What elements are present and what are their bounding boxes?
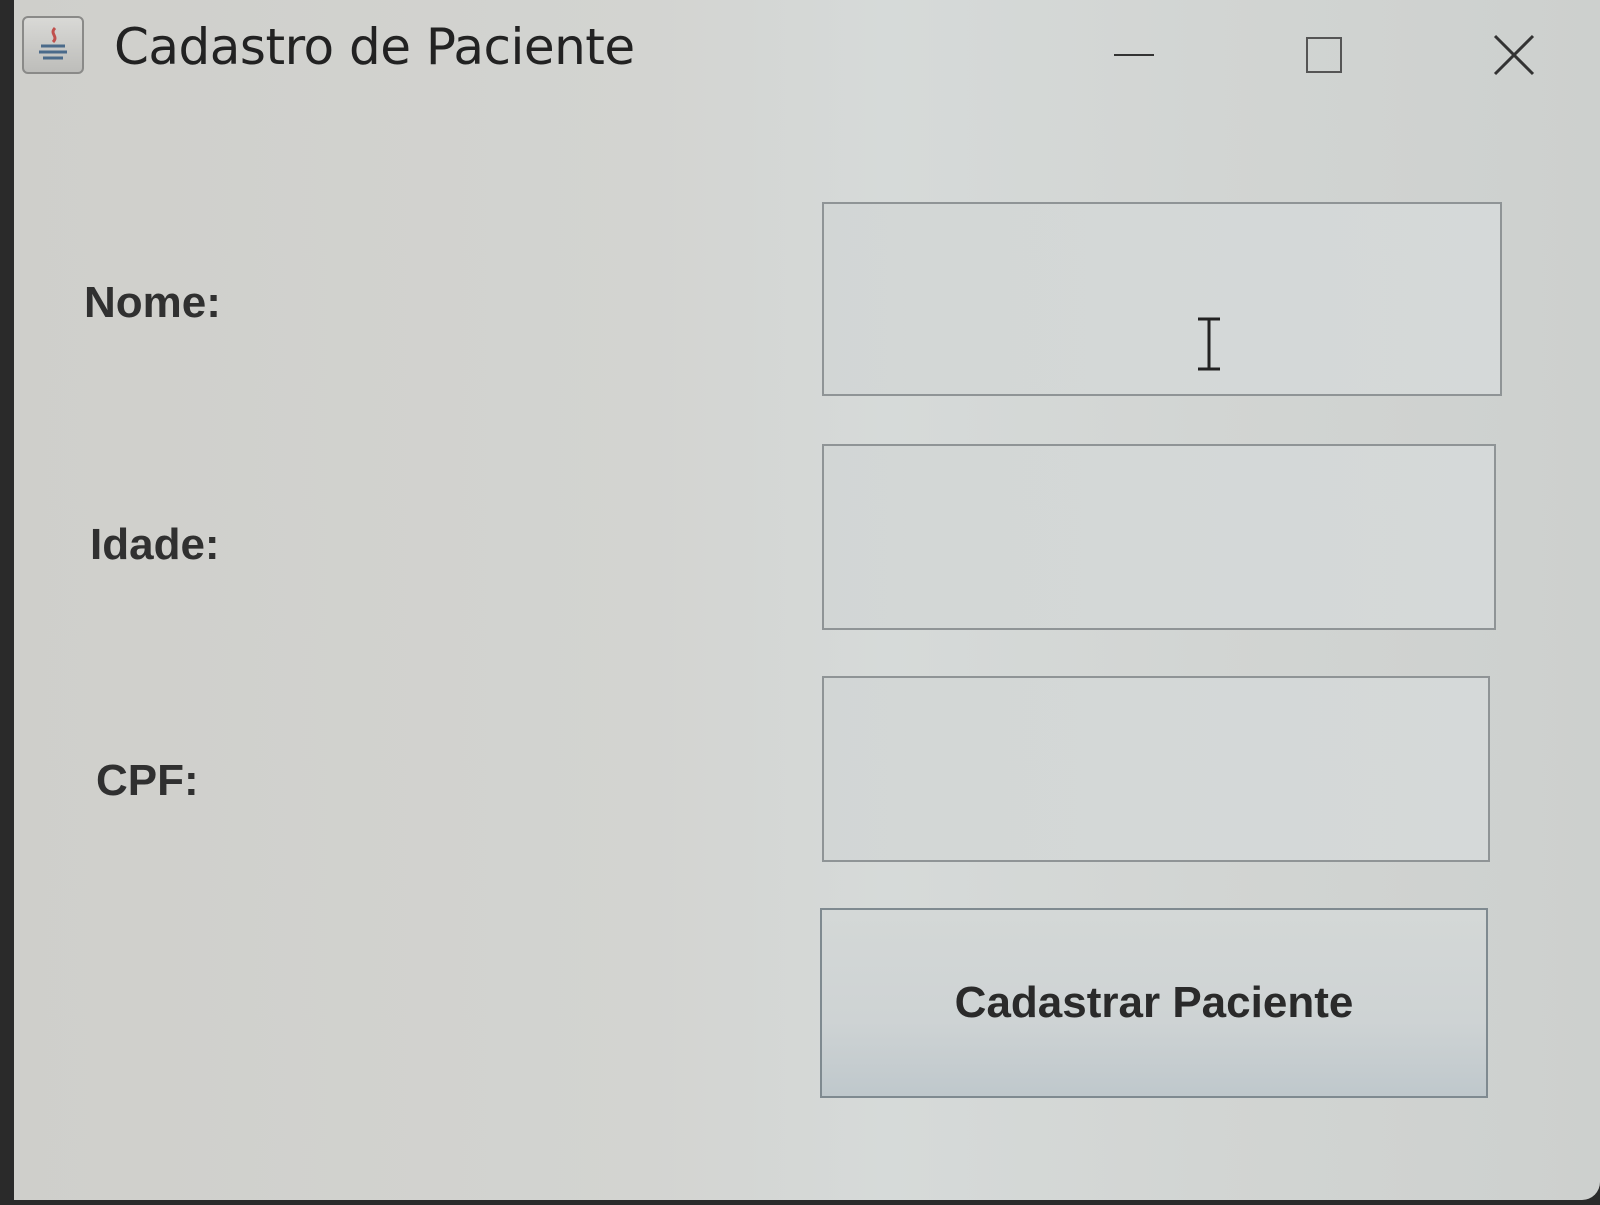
idade-input[interactable] [822,444,1496,630]
nome-input[interactable] [822,202,1502,396]
idade-label: Idade: [90,520,220,569]
maximize-button[interactable] [1264,0,1384,110]
window-title: Cadastro de Paciente [114,18,635,76]
cadastrar-paciente-button[interactable]: Cadastrar Paciente [820,908,1488,1098]
close-icon [1493,34,1535,76]
text-cursor-icon [1198,317,1220,371]
minimize-button[interactable] [1074,0,1194,110]
cpf-label: CPF: [96,756,199,805]
close-button[interactable] [1454,0,1574,110]
maximize-icon [1306,37,1342,73]
nome-label: Nome: [84,278,221,327]
title-bar[interactable]: Cadastro de Paciente [14,0,1600,110]
minimize-icon [1114,54,1154,56]
java-icon[interactable] [22,16,84,74]
cpf-input[interactable] [822,676,1490,862]
patient-registration-window: Cadastro de Paciente Nome: Idade: CPF: C… [14,0,1600,1200]
